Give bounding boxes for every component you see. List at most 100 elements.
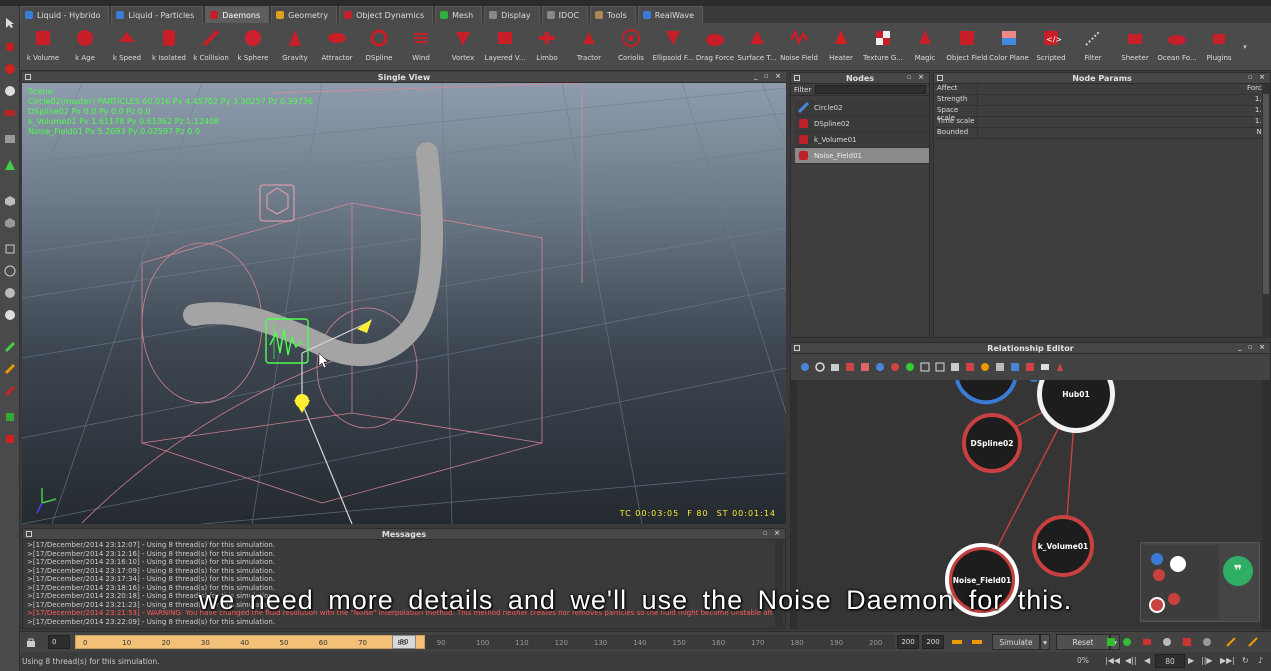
panel-menu-icon[interactable] bbox=[794, 345, 800, 351]
export-icon[interactable] bbox=[970, 635, 984, 649]
refresh-icon[interactable] bbox=[814, 361, 826, 373]
shelf-button-scripted[interactable]: </> Scripted bbox=[1030, 23, 1072, 71]
tab-liquid-hybrido[interactable]: Liquid - Hybrido bbox=[20, 6, 110, 23]
tab-idoc[interactable]: IDOC bbox=[541, 6, 589, 23]
tab-object-dynamics[interactable]: Object Dynamics bbox=[339, 6, 434, 23]
timeline-max-field[interactable]: 200 bbox=[922, 635, 944, 649]
shelf-button-k-age[interactable]: k Age bbox=[64, 23, 106, 71]
node-list-item[interactable]: k_Volume01 bbox=[795, 132, 929, 148]
shelf-button-vortex[interactable]: Vortex bbox=[442, 23, 484, 71]
brush-green-icon[interactable] bbox=[3, 340, 17, 354]
panel-window-buttons[interactable]: _ ▫ × bbox=[754, 72, 783, 80]
settings-gear-icon[interactable] bbox=[1200, 635, 1214, 649]
color-icon[interactable] bbox=[979, 361, 991, 373]
panel-window-buttons[interactable]: _ ▫ × bbox=[1238, 343, 1267, 351]
red-camera-icon[interactable] bbox=[1140, 635, 1154, 649]
filter-icon[interactable] bbox=[1009, 361, 1021, 373]
param-value[interactable]: 1.0 bbox=[978, 117, 1270, 127]
export-green-icon[interactable] bbox=[3, 410, 17, 424]
link-tool-icon[interactable] bbox=[3, 106, 17, 120]
node-list-item[interactable]: DSpline02 bbox=[795, 116, 929, 132]
graph-node-k-volume[interactable]: k_Volume01 bbox=[1032, 515, 1094, 577]
emitter-icon[interactable] bbox=[874, 361, 886, 373]
play-icon[interactable] bbox=[1054, 361, 1066, 373]
tab-liquid-particles[interactable]: Liquid - Particles bbox=[111, 6, 204, 23]
panel-menu-icon[interactable] bbox=[25, 74, 31, 80]
go-to-end-icon[interactable]: ▶▶| bbox=[1220, 656, 1235, 665]
step-back-icon[interactable]: ◀|| bbox=[1125, 656, 1137, 665]
link-icon[interactable] bbox=[799, 361, 811, 373]
shelf-button-layered-v[interactable]: Layered V... bbox=[484, 23, 526, 71]
light-tool-icon[interactable] bbox=[3, 158, 17, 172]
shelf-button-noise-field[interactable]: Noise Field bbox=[778, 23, 820, 71]
param-value[interactable]: No bbox=[978, 128, 1270, 138]
gray-disc-icon[interactable] bbox=[1160, 635, 1174, 649]
export-red-icon[interactable] bbox=[3, 432, 17, 446]
shelf-button-texture-g[interactable]: Texture G... bbox=[862, 23, 904, 71]
loop-icon[interactable]: ↻ bbox=[1242, 656, 1249, 665]
brush-orange-icon[interactable] bbox=[3, 362, 17, 376]
add-node-icon[interactable] bbox=[844, 361, 856, 373]
node-list-item[interactable]: Noise_Field01 bbox=[795, 148, 929, 164]
panel-window-buttons[interactable]: ▫ × bbox=[1248, 73, 1267, 81]
panel-menu-icon[interactable] bbox=[937, 75, 943, 81]
shelf-button-ocean-fo[interactable]: Ocean Fo... bbox=[1156, 23, 1198, 71]
sound-icon[interactable]: ♪ bbox=[1258, 656, 1263, 665]
brush-red-icon[interactable] bbox=[3, 384, 17, 398]
daemon-icon[interactable] bbox=[889, 361, 901, 373]
param-value[interactable]: Force bbox=[978, 84, 1270, 94]
tab-mesh[interactable]: Mesh bbox=[435, 6, 483, 23]
node-list-item[interactable]: Circle02 bbox=[795, 100, 929, 116]
panel-menu-icon[interactable] bbox=[26, 531, 32, 537]
align-icon[interactable] bbox=[964, 361, 976, 373]
param-value[interactable]: 1.0 bbox=[978, 106, 1270, 116]
tab-geometry[interactable]: Geometry bbox=[271, 6, 338, 23]
frame-field[interactable]: 80 bbox=[1155, 654, 1185, 668]
reset-button[interactable]: Reset bbox=[1056, 634, 1110, 650]
panel-window-buttons[interactable]: ▫ × bbox=[763, 529, 782, 537]
cube-object-icon[interactable] bbox=[3, 194, 17, 208]
shelf-more-chevron-icon[interactable]: ▾ bbox=[1240, 23, 1250, 71]
param-row[interactable]: Space scale 1.0 bbox=[934, 106, 1270, 122]
disc-object-icon[interactable] bbox=[3, 308, 17, 322]
params-scrollbar[interactable] bbox=[1262, 84, 1270, 338]
move-tool-icon[interactable] bbox=[3, 40, 17, 54]
layout-icon[interactable] bbox=[949, 361, 961, 373]
go-to-start-icon[interactable]: |◀◀ bbox=[1105, 656, 1120, 665]
shelf-button-dspline[interactable]: DSpline bbox=[358, 23, 400, 71]
tab-daemons[interactable]: Daemons bbox=[205, 6, 270, 23]
shelf-button-heater[interactable]: Heater bbox=[820, 23, 862, 71]
param-row[interactable]: Strength 1.0 bbox=[934, 95, 1270, 106]
shelf-button-surface-t[interactable]: Surface T... bbox=[736, 23, 778, 71]
timeline-end-field[interactable]: 200 bbox=[897, 635, 919, 649]
graph-node-dspline[interactable]: DSpline02 bbox=[962, 413, 1022, 473]
hexagon-object-icon[interactable] bbox=[3, 216, 17, 230]
shelf-button-wind[interactable]: Wind bbox=[400, 23, 442, 71]
lock-icon[interactable] bbox=[24, 635, 38, 649]
tab-tools[interactable]: Tools bbox=[590, 6, 636, 23]
shelf-button-filter[interactable]: Filter bbox=[1072, 23, 1114, 71]
shelf-button-plugins[interactable]: Plugins bbox=[1198, 23, 1240, 71]
shelf-button-coriolis[interactable]: Coriolis bbox=[610, 23, 652, 71]
render-icon[interactable] bbox=[1180, 635, 1194, 649]
tool-b-icon[interactable] bbox=[1246, 635, 1260, 649]
tab-realwave[interactable]: RealWave bbox=[637, 6, 703, 23]
shelf-button-k-isolated[interactable]: k Isolated bbox=[148, 23, 190, 71]
camera-icon[interactable] bbox=[829, 361, 841, 373]
shelf-button-object-field[interactable]: Object Field bbox=[946, 23, 988, 71]
shelf-button-sheeter[interactable]: Sheeter bbox=[1114, 23, 1156, 71]
sphere-wire-icon[interactable] bbox=[3, 264, 17, 278]
box-object-icon[interactable] bbox=[3, 242, 17, 256]
play-forward-icon[interactable]: ▶ bbox=[1188, 656, 1194, 665]
step-forward-icon[interactable]: ||▶ bbox=[1201, 656, 1213, 665]
shelf-button-limbo[interactable]: Limbo bbox=[526, 23, 568, 71]
rotate-tool-icon[interactable] bbox=[3, 62, 17, 76]
expand-icon[interactable] bbox=[994, 361, 1006, 373]
shelf-button-k-collision[interactable]: k Collision bbox=[190, 23, 232, 71]
simulate-dropdown-icon[interactable]: ▾ bbox=[1040, 634, 1050, 650]
shelf-button-k-volume[interactable]: k Volume bbox=[22, 23, 64, 71]
group-icon[interactable] bbox=[859, 361, 871, 373]
panel-window-buttons[interactable]: ▫ × bbox=[907, 73, 926, 81]
shelf-button-tractor[interactable]: Tractor bbox=[568, 23, 610, 71]
param-value[interactable]: 1.0 bbox=[978, 95, 1270, 105]
